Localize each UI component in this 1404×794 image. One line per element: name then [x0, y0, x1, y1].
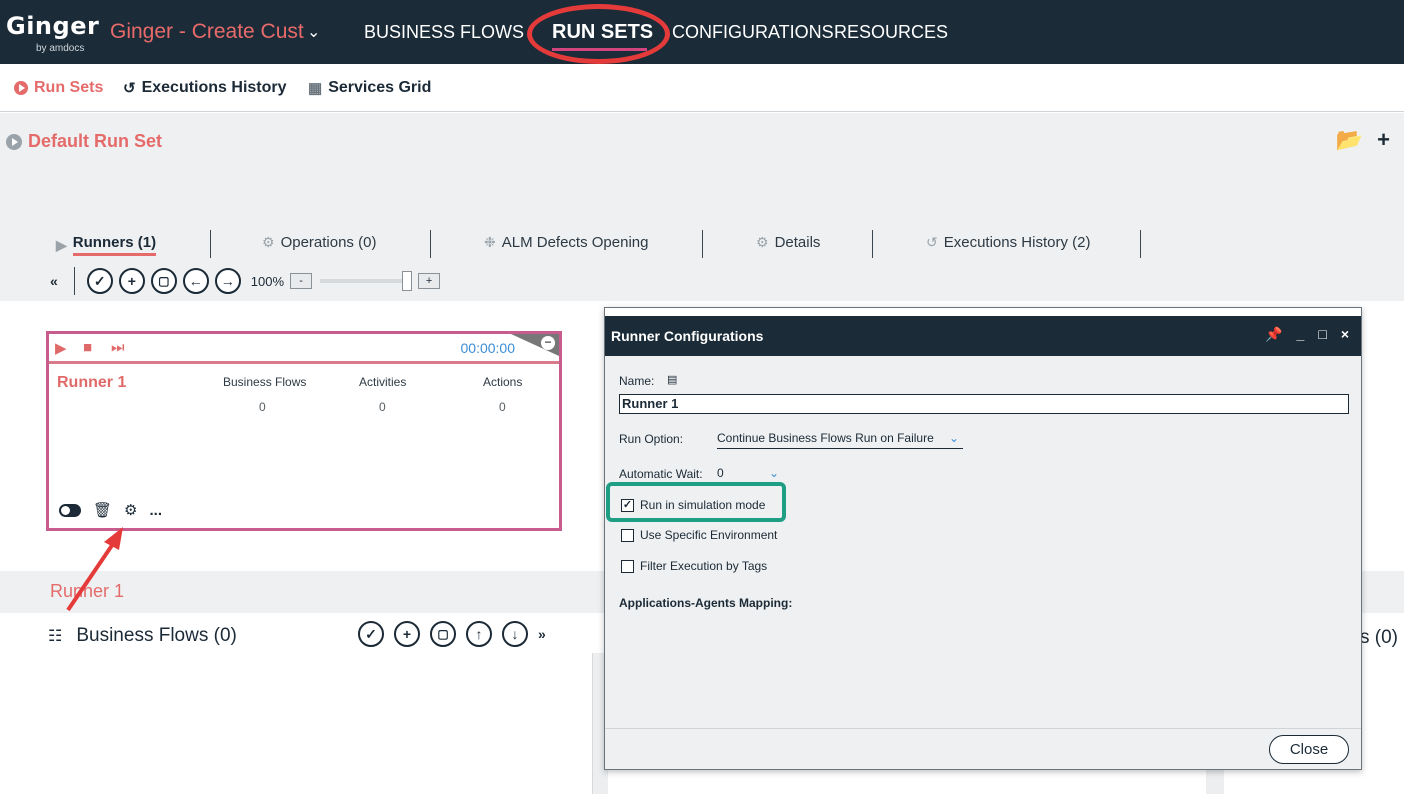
- apps-agents-mapping-label: Applications-Agents Mapping:: [619, 596, 793, 610]
- highlight-box: [606, 482, 786, 522]
- close-icon[interactable]: ×: [1341, 326, 1349, 343]
- specific-environment-label: Use Specific Environment: [640, 528, 778, 542]
- run-option-value: Continue Business Flows Run on Failure: [717, 431, 934, 445]
- minimize-icon[interactable]: _: [1297, 326, 1305, 343]
- checkbox-unchecked[interactable]: [621, 559, 634, 573]
- name-field[interactable]: Runner 1: [619, 394, 1349, 414]
- chevron-down-icon: ⌄: [948, 431, 959, 445]
- chevron-down-icon: ⌄: [768, 466, 779, 480]
- id-card-icon: ▤: [667, 374, 678, 386]
- specific-environment-checkbox[interactable]: Use Specific Environment: [621, 528, 777, 542]
- dialog-header: Runner Configurations 📌 _ □ ×: [605, 316, 1361, 356]
- checkbox-unchecked[interactable]: [621, 528, 634, 542]
- automatic-wait-value: 0: [717, 466, 724, 480]
- dialog-title: Runner Configurations: [611, 328, 764, 344]
- name-label: Name:: [619, 374, 655, 388]
- runner-configurations-dialog: Runner Configurations 📌 _ □ × Name: ▤ Ru…: [604, 307, 1362, 770]
- automatic-wait-label: Automatic Wait:: [619, 467, 703, 481]
- filter-tags-checkbox[interactable]: Filter Execution by Tags: [621, 559, 767, 573]
- dialog-footer: Close: [605, 728, 1361, 769]
- close-button[interactable]: Close: [1269, 735, 1349, 764]
- run-option-label: Run Option:: [619, 432, 684, 446]
- arrow-head: [104, 527, 123, 550]
- filter-tags-label: Filter Execution by Tags: [640, 559, 768, 573]
- maximize-icon[interactable]: □: [1318, 326, 1326, 343]
- run-option-select[interactable]: Continue Business Flows Run on Failure ⌄: [717, 431, 963, 449]
- arrow-shaft: [66, 536, 119, 612]
- dialog-window-controls: 📌 _ □ ×: [1265, 326, 1349, 343]
- pin-icon[interactable]: 📌: [1265, 326, 1282, 343]
